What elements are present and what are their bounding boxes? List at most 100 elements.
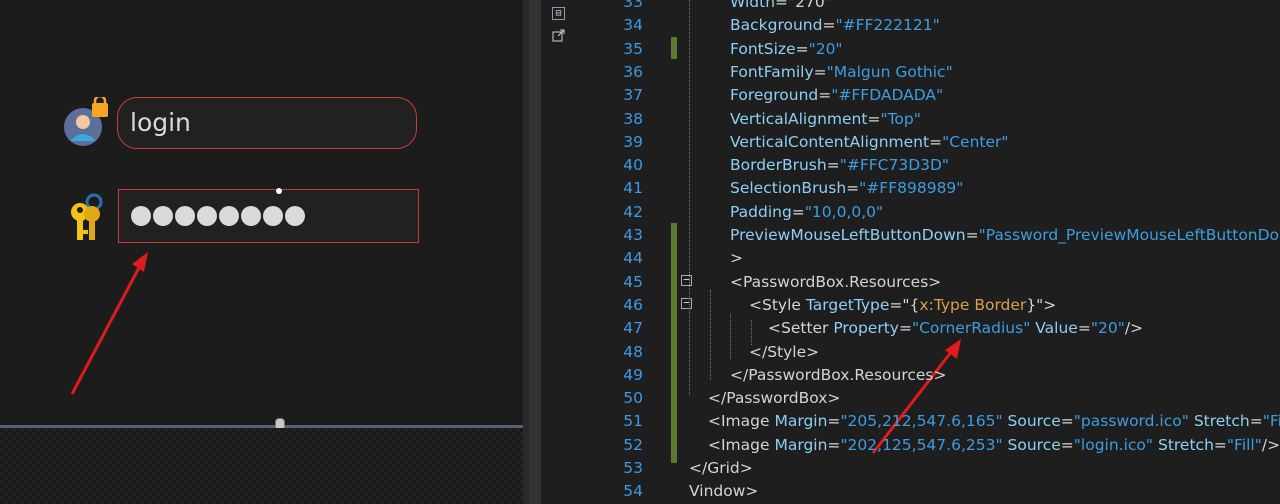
code-token-plain: </Style> xyxy=(749,342,820,361)
code-line[interactable]: </Grid> xyxy=(689,459,753,477)
code-token-plain: = xyxy=(1213,435,1227,454)
code-token-plain: }"> xyxy=(1026,295,1057,314)
code-token-str: "#FF222121" xyxy=(835,16,940,35)
code-token-plain: ="270" xyxy=(775,0,832,11)
code-token-attr: Stretch xyxy=(1193,412,1250,431)
code-line[interactable]: > xyxy=(730,249,743,267)
code-line[interactable]: </Style> xyxy=(749,343,819,361)
indent-guide xyxy=(689,0,690,395)
line-number: 54 xyxy=(623,482,643,501)
code-token-plain: /> xyxy=(1261,435,1280,454)
code-line[interactable]: Vindow> xyxy=(689,482,758,500)
code-token-plain: = xyxy=(822,16,836,35)
line-number: 51 xyxy=(623,412,643,431)
login-user-icon xyxy=(64,94,114,147)
line-number: 34 xyxy=(623,16,643,35)
password-char-dot xyxy=(241,206,261,226)
code-line[interactable]: <Style TargetType="{x:Type Border}"> xyxy=(749,296,1056,314)
fold-toggle-icon[interactable]: − xyxy=(681,297,692,309)
code-token-plain: = xyxy=(791,202,805,221)
password-char-dot xyxy=(219,206,239,226)
code-token-plain: = xyxy=(898,319,912,338)
code-token-attr: Margin xyxy=(774,435,828,454)
split-toolstrip xyxy=(541,0,575,504)
line-number: 52 xyxy=(623,435,643,454)
code-line[interactable]: Width="270" xyxy=(730,0,832,11)
code-token-plain: = xyxy=(965,226,979,244)
code-token-str: "#FFDADADA" xyxy=(831,86,944,105)
code-line[interactable]: VerticalAlignment="Top" xyxy=(730,110,921,128)
code-token-attr: Value xyxy=(1035,319,1078,338)
code-line[interactable]: <Image Margin="202,125,547.6,253" Source… xyxy=(708,436,1280,454)
password-char-dot xyxy=(131,206,151,226)
login-textbox[interactable]: login xyxy=(117,97,417,149)
fold-toggle-icon[interactable]: − xyxy=(681,274,692,286)
code-line[interactable]: PreviewMouseLeftButtonDown="Password_Pre… xyxy=(730,226,1279,244)
code-line[interactable]: SelectionBrush="#FF898989" xyxy=(730,179,963,197)
selection-anchor-handle[interactable] xyxy=(276,188,282,194)
code-line[interactable]: Background="#FF222121" xyxy=(730,16,940,34)
line-number: 40 xyxy=(623,156,643,175)
line-number: 43 xyxy=(623,226,643,244)
code-token-mkup: x:Type Border xyxy=(919,295,1027,314)
indent-guide xyxy=(710,290,711,380)
password-box[interactable] xyxy=(118,189,419,243)
code-line[interactable]: BorderBrush="#FFC73D3D" xyxy=(730,156,949,174)
change-marker xyxy=(671,223,677,463)
code-token-str: "Password_PreviewMouseLeftButtonDo xyxy=(978,226,1280,244)
code-token-plain: { xyxy=(909,295,920,314)
line-number: 38 xyxy=(623,109,643,128)
code-line[interactable]: <PasswordBox.Resources> xyxy=(730,273,941,291)
code-line[interactable]: </PasswordBox> xyxy=(708,389,840,407)
code-token-plain: = xyxy=(827,435,841,454)
code-token-plain: </Grid> xyxy=(689,459,753,477)
code-token-plain: <PasswordBox.Resources> xyxy=(730,272,942,291)
xaml-code-editor[interactable]: − − 33 Width="270" 34 Background="#FF222121… xyxy=(575,0,1280,504)
code-line[interactable]: FontSize="20" xyxy=(730,40,843,58)
code-token-plain: = xyxy=(795,39,809,58)
code-token-plain: <Image xyxy=(708,412,775,431)
code-token-plain: = xyxy=(1249,412,1263,431)
line-number: 44 xyxy=(623,249,643,268)
change-marker xyxy=(671,37,677,59)
code-token-str: "login.ico" xyxy=(1073,435,1154,454)
line-number: 45 xyxy=(623,272,643,291)
pane-divider-bar[interactable] xyxy=(529,0,541,504)
designer-background-strip xyxy=(0,428,523,504)
xaml-designer-pane: login xyxy=(0,0,523,504)
password-char-dot xyxy=(153,206,173,226)
line-number: 50 xyxy=(623,389,643,408)
code-token-plain: = xyxy=(929,132,943,151)
code-token-plain: > xyxy=(730,249,743,268)
code-line[interactable]: FontFamily="Malgun Gothic" xyxy=(730,63,953,81)
code-token-plain: <Style xyxy=(749,295,806,314)
code-token-plain: </PasswordBox> xyxy=(708,389,841,408)
code-token-str: "Fill" xyxy=(1226,435,1262,454)
line-number: 35 xyxy=(623,39,643,58)
code-token-attr: SelectionBrush xyxy=(730,179,847,198)
code-token-plain: = xyxy=(1060,412,1074,431)
collapse-pane-icon[interactable]: ⊟ xyxy=(552,7,565,20)
code-token-plain: = xyxy=(846,179,860,198)
code-token-str: "Top" xyxy=(880,109,921,128)
code-token-attr: FontFamily xyxy=(730,62,814,81)
code-line[interactable]: <Setter Property="CornerRadius" Value="2… xyxy=(768,319,1143,337)
password-char-dot xyxy=(285,206,305,226)
code-token-plain: <Image xyxy=(708,435,775,454)
code-token-plain: Vindow> xyxy=(689,482,759,501)
code-token-str: "#FFC73D3D" xyxy=(839,156,950,175)
code-token-plain: = xyxy=(1077,319,1091,338)
code-token-str: "CornerRadius" xyxy=(911,319,1031,338)
code-line[interactable]: Padding="10,0,0,0" xyxy=(730,203,883,221)
code-line[interactable]: <Image Margin="205,212,547.6,165" Source… xyxy=(708,412,1280,430)
code-token-str: "202,125,547.6,253" xyxy=(840,435,1003,454)
code-token-plain: </PasswordBox.Resources> xyxy=(730,365,947,384)
code-line[interactable]: VerticalContentAlignment="Center" xyxy=(730,133,1009,151)
code-token-plain: = xyxy=(826,156,840,175)
code-token-plain: =" xyxy=(889,295,910,314)
line-number: 36 xyxy=(623,62,643,81)
line-number: 49 xyxy=(623,365,643,384)
code-line[interactable]: </PasswordBox.Resources> xyxy=(730,366,947,384)
code-line[interactable]: Foreground="#FFDADADA" xyxy=(730,86,943,104)
popout-icon[interactable] xyxy=(552,29,565,42)
